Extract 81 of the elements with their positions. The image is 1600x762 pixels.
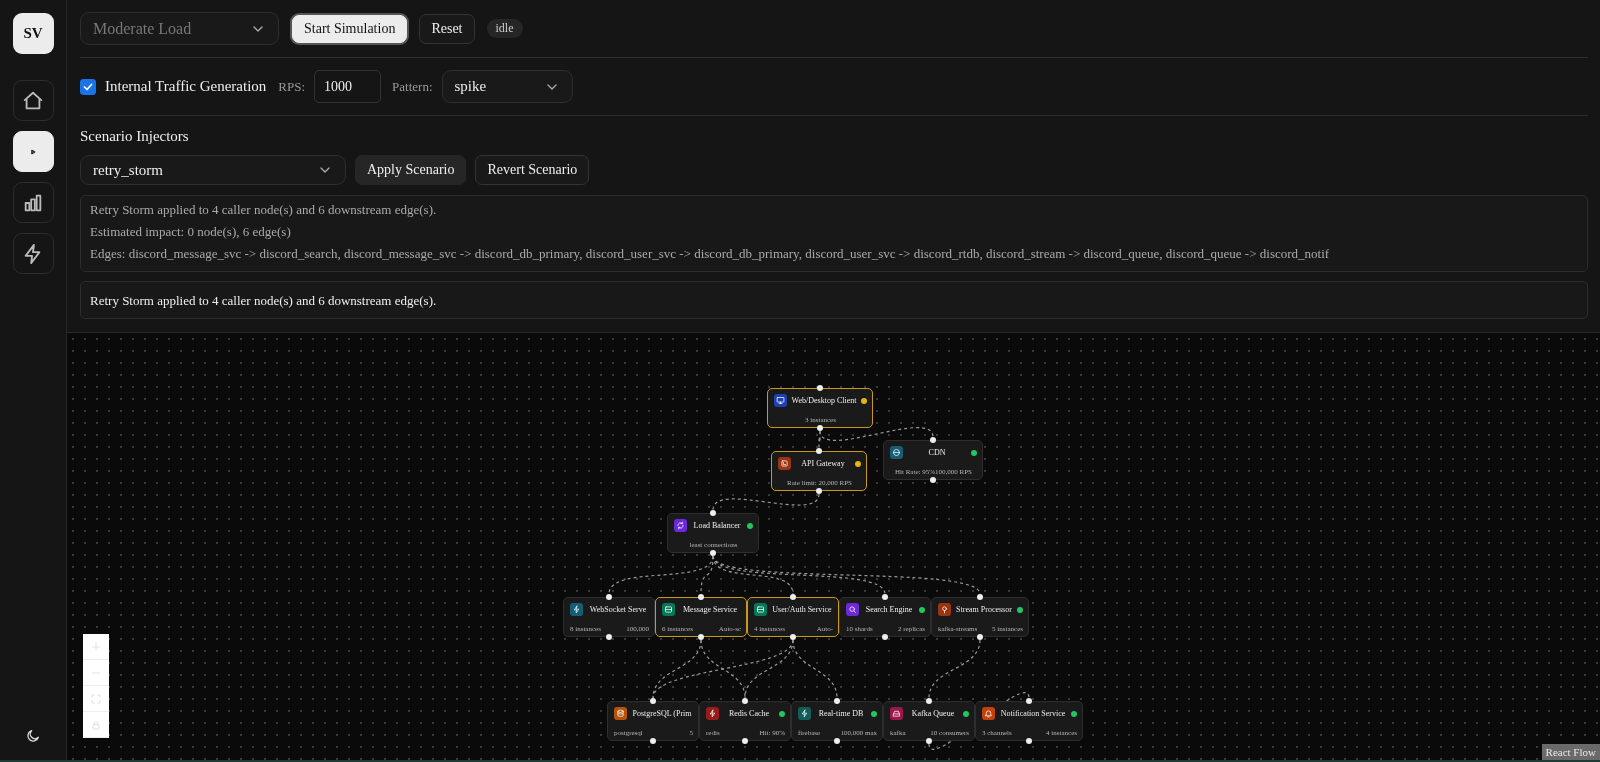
node-title: Search Engine xyxy=(864,605,914,614)
bell-icon xyxy=(982,707,995,720)
nav-button[interactable] xyxy=(12,233,54,274)
pin-icon xyxy=(938,603,951,616)
connection-handle[interactable] xyxy=(816,488,822,494)
node-title: User/Auth Service xyxy=(771,605,833,614)
connection-handle[interactable] xyxy=(834,738,840,744)
nav-button[interactable] xyxy=(12,80,54,121)
connection-handle[interactable] xyxy=(882,634,888,640)
node-title: Kafka Queue xyxy=(910,709,956,718)
checkbox[interactable] xyxy=(80,78,96,95)
connection-handle[interactable] xyxy=(790,594,796,600)
connection-handle[interactable] xyxy=(1026,738,1032,744)
connection-handle[interactable] xyxy=(606,634,612,640)
connection-handle[interactable] xyxy=(817,425,823,431)
info-text: Edges: discord_message_svc -> discord_search, discord_message_svc -> discord_db_primary, discord_user_svc -> discord_db_primary, discord_user_svc -> discord_rtdb, discord_stream -> discord_queue, discord_queue -> discord_notif xyxy=(90,246,1331,262)
attribution-link[interactable]: React Flow xyxy=(1541,744,1600,760)
connection-handle[interactable] xyxy=(698,634,704,640)
monitor-icon xyxy=(774,394,787,407)
node-title: Real-time DB xyxy=(817,709,865,718)
connection-handle[interactable] xyxy=(817,385,823,391)
node-title: Load Balancer xyxy=(692,521,742,530)
field-label: RPS: xyxy=(278,78,306,95)
node-title: API Gateway xyxy=(800,459,846,468)
node-title: WebSocket Serve xyxy=(588,605,648,614)
moon-icon xyxy=(25,728,41,744)
node-title: Redis Cache xyxy=(727,709,771,718)
status-badge: idle xyxy=(486,19,523,38)
connection-handle[interactable] xyxy=(606,594,612,600)
node-title: Stream Processor xyxy=(955,605,1013,614)
connection-handle[interactable] xyxy=(816,448,822,454)
nav-button[interactable] xyxy=(12,182,54,223)
app-logo: SV xyxy=(12,13,54,54)
lightning-icon xyxy=(798,707,811,720)
connection-handle[interactable] xyxy=(742,698,748,704)
connection-handle[interactable] xyxy=(926,738,932,744)
home-icon xyxy=(22,89,44,112)
reset-button[interactable]: Reset xyxy=(419,13,475,44)
message-text: Retry Storm applied to 4 caller node(s) and 6 downstream edge(s). xyxy=(90,293,437,308)
connection-handle[interactable] xyxy=(882,594,888,600)
node-title: Notification Service xyxy=(999,709,1067,718)
connection-handle[interactable] xyxy=(742,738,748,744)
connection-handle[interactable] xyxy=(930,437,936,443)
connection-handle[interactable] xyxy=(710,550,716,556)
rps-input[interactable]: 1000 xyxy=(314,70,382,103)
connection-handle[interactable] xyxy=(930,477,936,483)
server-icon xyxy=(662,603,675,616)
lightning-icon xyxy=(706,707,719,720)
tray-icon xyxy=(890,707,903,720)
lightning-icon xyxy=(570,603,583,616)
connection-handle[interactable] xyxy=(834,698,840,704)
node-title: Message Service xyxy=(682,605,738,614)
connection-handle[interactable] xyxy=(926,698,932,704)
connection-handle[interactable] xyxy=(977,594,983,600)
square-icon xyxy=(778,457,791,470)
lock-icon xyxy=(90,718,102,731)
globe-icon xyxy=(890,446,903,459)
connection-handle[interactable] xyxy=(698,594,704,600)
connection-handle[interactable] xyxy=(710,510,716,516)
pattern-select[interactable]: spike xyxy=(441,70,573,103)
checkbox-label: Internal Traffic Generation xyxy=(105,78,267,95)
search-icon xyxy=(846,603,859,616)
refresh-icon xyxy=(674,519,687,532)
apply-button[interactable]: Apply Scenario xyxy=(355,155,467,185)
database-icon xyxy=(614,707,627,720)
info-text: Retry Storm applied to 4 caller node(s) and 6 downstream edge(s). xyxy=(90,202,438,218)
field-label: Pattern: xyxy=(392,78,433,95)
start-button[interactable]: Start Simulation xyxy=(292,14,408,43)
connection-handle[interactable] xyxy=(1026,698,1032,704)
scenario-select[interactable]: retry_storm xyxy=(80,155,346,185)
node-title: CDN xyxy=(927,448,947,457)
info-text: Estimated impact: 0 node(s), 6 edge(s) xyxy=(90,224,292,240)
connection-handle[interactable] xyxy=(650,738,656,744)
section-heading: Scenario Injectors xyxy=(80,128,190,145)
revert-button[interactable]: Revert Scenario xyxy=(475,155,590,185)
connection-handle[interactable] xyxy=(790,634,796,640)
server-icon xyxy=(754,603,767,616)
node-title: Web/Desktop Client xyxy=(791,396,857,405)
connection-handle[interactable] xyxy=(977,634,983,640)
node-title: PostgreSQL (Prim xyxy=(631,709,693,718)
connection-handle[interactable] xyxy=(650,698,656,704)
